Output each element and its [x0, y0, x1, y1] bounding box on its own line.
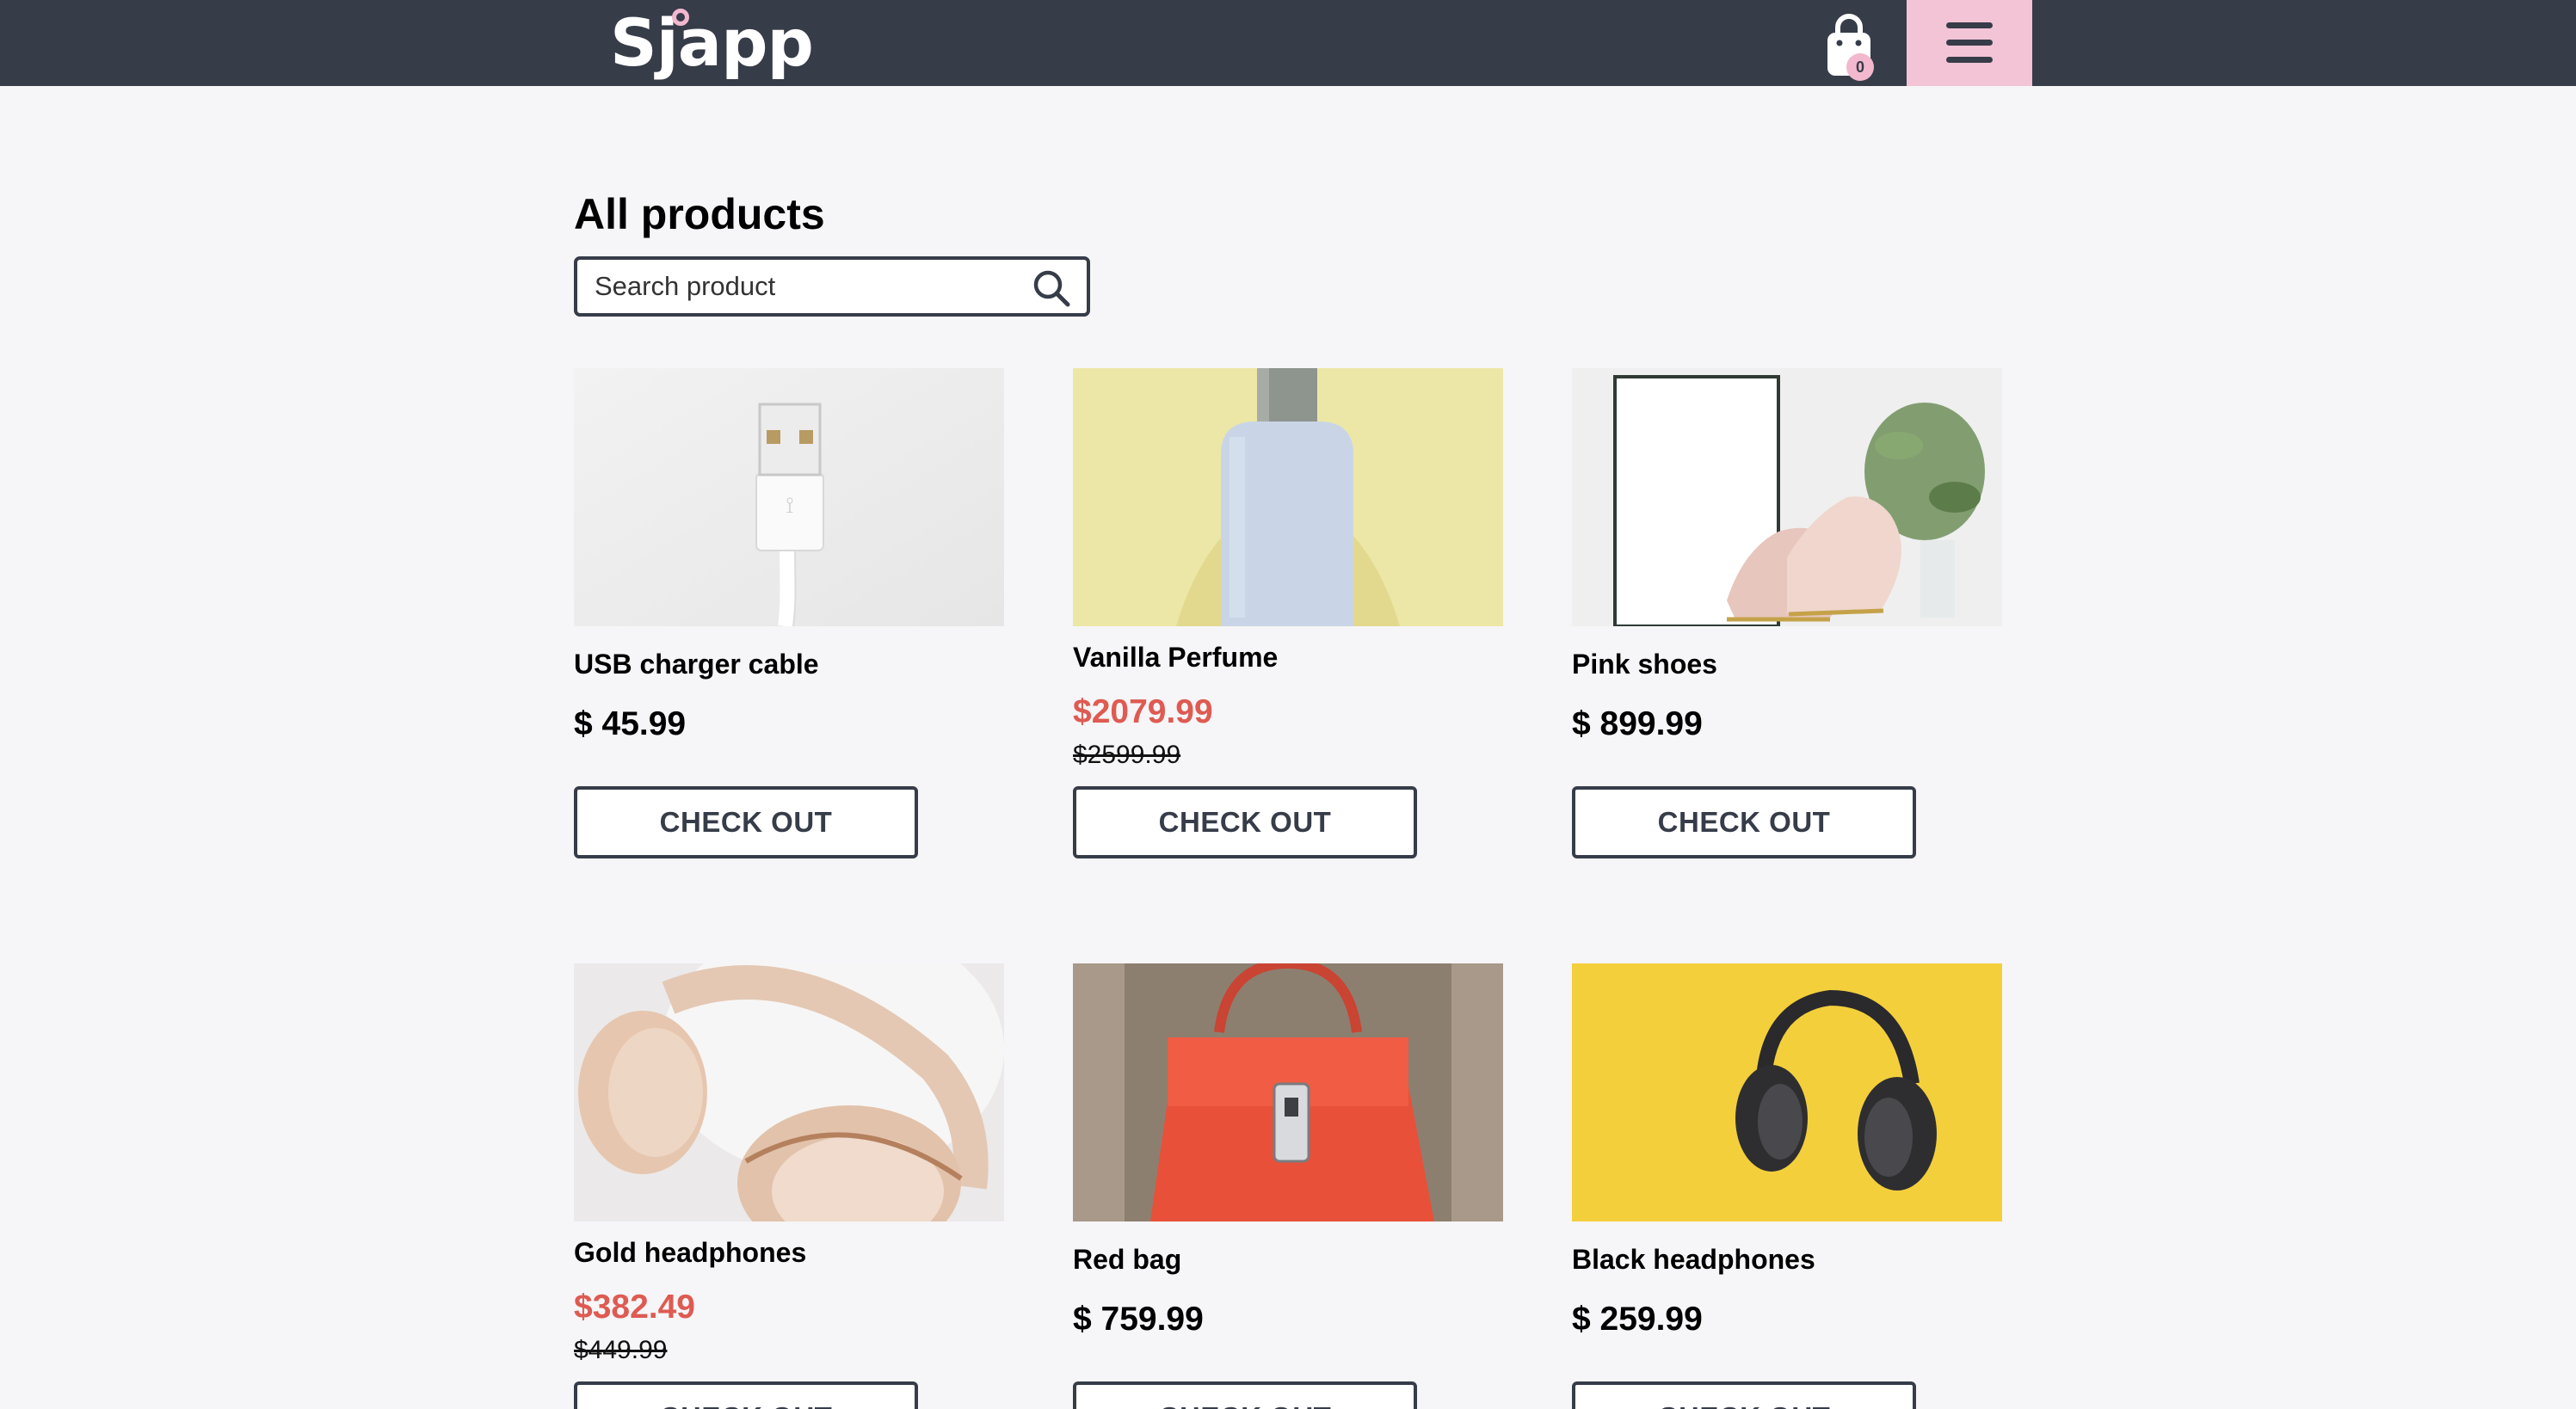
- product-name[interactable]: Red bag: [1073, 1242, 1181, 1277]
- product-name[interactable]: Black headphones: [1572, 1242, 1815, 1277]
- product-original-price: $449.99: [574, 1336, 668, 1364]
- product-image-pink-shoes[interactable]: [1572, 368, 2002, 626]
- page-title: All products: [574, 190, 825, 238]
- check-out-button[interactable]: CHECK OUT: [1572, 786, 1916, 858]
- product-sale-price: $382.49: [574, 1289, 695, 1326]
- product-image-red-bag[interactable]: [1073, 963, 1503, 1221]
- search-icon[interactable]: [1032, 268, 1071, 308]
- product-sale-price: $2079.99: [1073, 693, 1213, 730]
- product-original-price: $2599.99: [1073, 741, 1181, 769]
- product-name[interactable]: Pink shoes: [1572, 647, 1717, 681]
- product-image-vanilla-perfume[interactable]: [1073, 368, 1503, 626]
- product-image-gold-headphones[interactable]: [574, 963, 1004, 1221]
- product-image-usb-cable[interactable]: ⟟: [574, 368, 1004, 626]
- cart-count-badge: 0: [1846, 53, 1874, 81]
- hamburger-menu-icon-line-1: [1946, 22, 1993, 28]
- product-price: $ 259.99: [1572, 1301, 1703, 1338]
- hamburger-menu-icon-line-3: [1946, 57, 1993, 63]
- product-price: $ 899.99: [1572, 705, 1703, 742]
- top-nav-bar: Sjapp 0: [0, 0, 2576, 86]
- check-out-button[interactable]: CHECK OUT: [1572, 1381, 1916, 1409]
- hamburger-menu-button[interactable]: [1907, 0, 2032, 86]
- product-price: $ 759.99: [1073, 1301, 1204, 1338]
- product-name[interactable]: USB charger cable: [574, 647, 819, 681]
- product-image-black-headphones[interactable]: [1572, 963, 2002, 1221]
- check-out-button[interactable]: CHECK OUT: [574, 786, 918, 858]
- cart-button[interactable]: 0: [1822, 12, 1876, 81]
- logo-accent-ring: [672, 9, 689, 26]
- hamburger-menu-icon-line-2: [1946, 40, 1993, 46]
- app-logo[interactable]: Sjapp: [610, 3, 814, 83]
- check-out-button[interactable]: CHECK OUT: [1073, 1381, 1417, 1409]
- check-out-button[interactable]: CHECK OUT: [574, 1381, 918, 1409]
- product-name[interactable]: Gold headphones: [574, 1235, 806, 1270]
- check-out-button[interactable]: CHECK OUT: [1073, 786, 1417, 858]
- search-input[interactable]: [595, 267, 1025, 306]
- product-name[interactable]: Vanilla Perfume: [1073, 640, 1278, 674]
- search-box: [574, 256, 1090, 317]
- svg-text:⟟: ⟟: [786, 493, 794, 519]
- product-price: $ 45.99: [574, 705, 687, 742]
